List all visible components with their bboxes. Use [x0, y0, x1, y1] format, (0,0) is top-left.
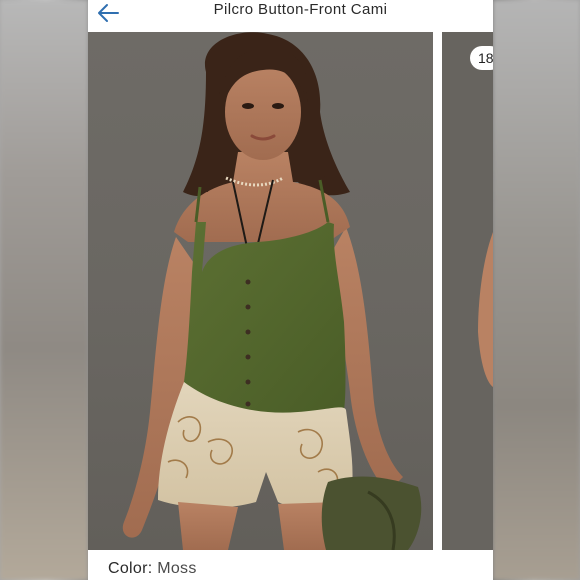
next-photo-illustration	[478, 232, 493, 387]
page-title: Pilcro Button-Front Cami	[213, 1, 388, 18]
product-screen: Pilcro Button-Front Cami 18 Color: Moss	[88, 0, 493, 580]
top-bar: Pilcro Button-Front Cami	[88, 0, 493, 32]
product-photo[interactable]	[88, 32, 433, 550]
next-photo-preview[interactable]	[442, 32, 493, 550]
image-carousel[interactable]: 18	[88, 32, 493, 550]
color-value: Moss	[157, 560, 197, 577]
color-selection-label: Color: Moss	[108, 560, 197, 578]
image-counter-badge: 18	[470, 46, 493, 70]
blurred-backdrop-right	[493, 0, 580, 580]
blurred-backdrop-left	[0, 0, 88, 580]
back-button[interactable]	[96, 2, 122, 24]
arrow-left-icon	[98, 4, 119, 22]
model-illustration	[122, 32, 422, 550]
color-label: Color:	[108, 560, 153, 577]
